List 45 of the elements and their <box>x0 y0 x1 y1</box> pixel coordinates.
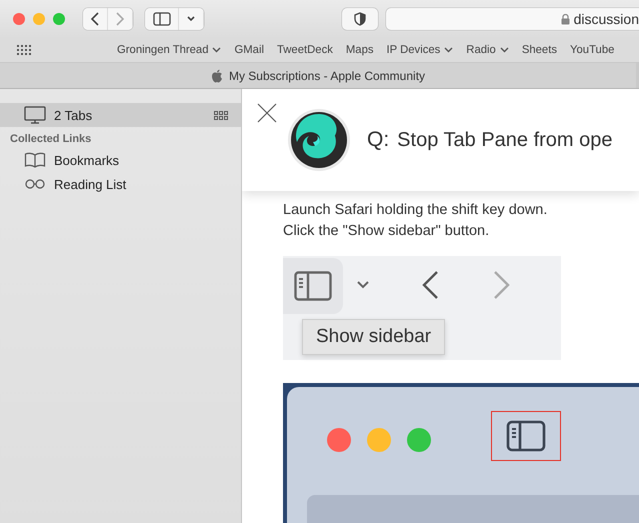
sidebar-icon <box>152 12 170 26</box>
section-heading: Collected Links <box>9 132 92 147</box>
privacy-report-button[interactable] <box>342 8 378 30</box>
sidebar-icon <box>506 420 546 452</box>
tooltip: Show sidebar <box>302 319 446 355</box>
chevron-icon <box>444 47 454 53</box>
bookmark-link[interactable]: IP Devices <box>386 44 454 56</box>
back-button[interactable] <box>83 8 108 30</box>
close-icon[interactable] <box>257 103 277 123</box>
question-prefix: Q: <box>367 128 390 152</box>
sidebar-item[interactable]: Bookmarks <box>0 148 241 172</box>
tab[interactable]: My Subscriptions - Apple Community <box>0 63 636 88</box>
forward-icon <box>493 270 511 300</box>
shield-icon <box>354 12 366 26</box>
bookmark-link[interactable]: GMail <box>234 44 264 56</box>
chevron-icon <box>186 15 196 23</box>
monitor-icon <box>24 106 46 124</box>
grid-icon[interactable] <box>16 44 32 56</box>
apple-icon <box>210 68 223 82</box>
zoom-dot <box>407 428 431 452</box>
bookmark-link[interactable]: Maps <box>346 44 374 56</box>
book-icon <box>24 152 46 168</box>
forward-icon <box>115 12 125 26</box>
bookmark-link[interactable]: Radio <box>466 44 509 56</box>
sidebar-button[interactable] <box>145 8 179 30</box>
address-field[interactable]: discussion <box>386 8 639 30</box>
close-dot <box>327 428 351 452</box>
back-icon <box>90 12 100 26</box>
sidebar-item[interactable]: Reading List <box>0 172 241 196</box>
lock-icon <box>560 14 570 24</box>
chevron-icon <box>500 47 509 53</box>
chevron-icon <box>356 280 370 290</box>
bookmark-link[interactable]: TweetDeck <box>276 44 333 56</box>
sidebar-item[interactable]: 2 Tabs <box>0 103 241 127</box>
back-icon <box>421 270 439 300</box>
answer-text: Click the "Show sidebar" button. <box>283 222 490 241</box>
bookmark-link[interactable]: YouTube <box>570 44 614 56</box>
bookmark-link[interactable]: Groningen Thread <box>117 44 222 56</box>
answer-text: Launch Safari holding the shift key down. <box>283 201 548 220</box>
grid-icon[interactable] <box>214 110 228 120</box>
bookmark-link[interactable]: Sheets <box>522 44 557 56</box>
minimize-dot <box>367 428 391 452</box>
avatar-icon <box>287 108 351 172</box>
question-title: Stop Tab Pane from ope <box>397 129 613 152</box>
chevron-icon <box>212 47 222 53</box>
